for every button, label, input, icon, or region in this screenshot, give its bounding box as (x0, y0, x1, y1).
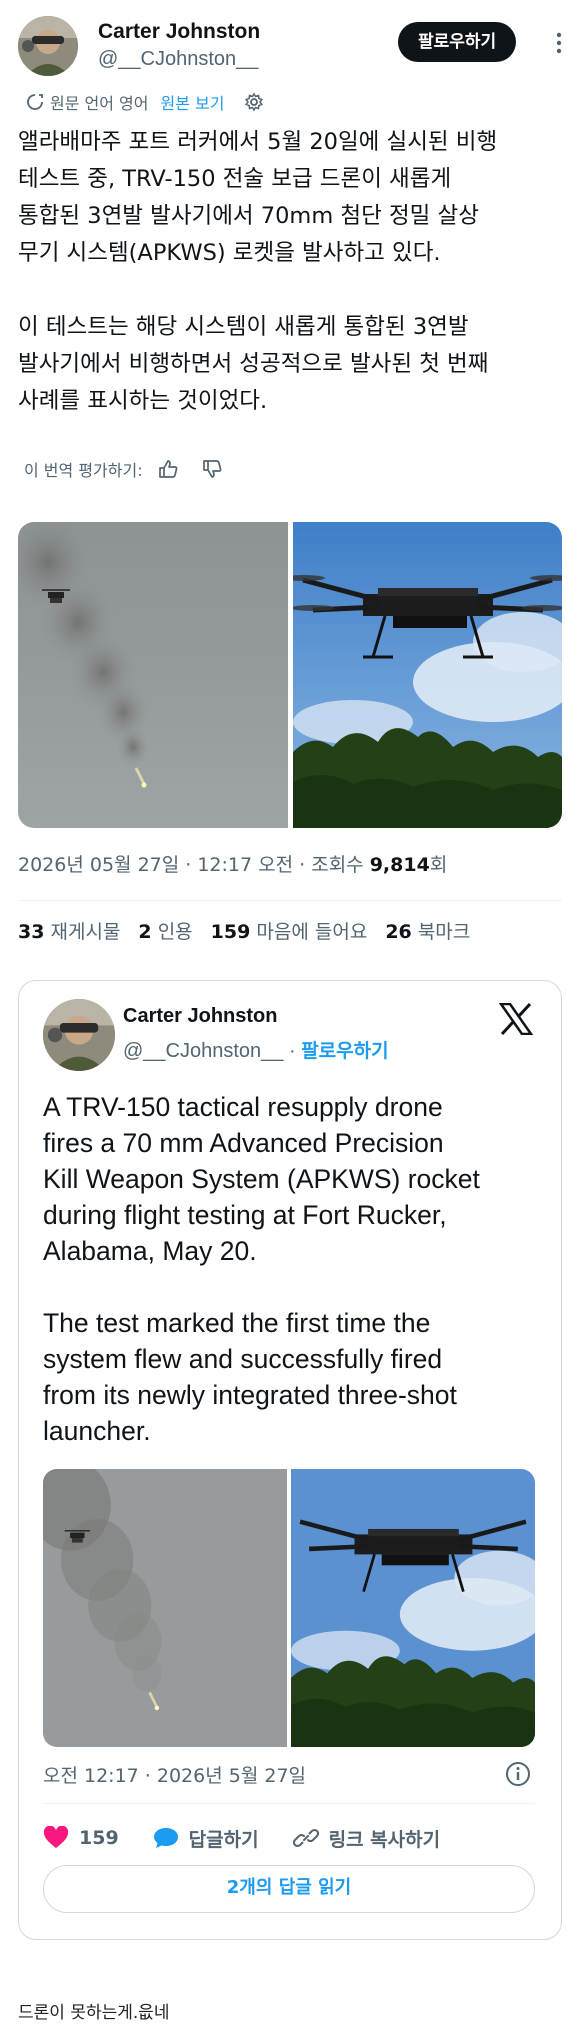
reply-icon (153, 1828, 178, 1848)
rate-translation-label: 이 번역 평가하기: (24, 461, 143, 480)
read-replies-button[interactable]: 2개의 답글 읽기 (43, 1865, 535, 1913)
embedded-timestamp[interactable]: 오전 12:17 · 2026년 5월 27일 (43, 1761, 306, 1788)
author-names: Carter Johnston @__CJohnston__ (98, 20, 260, 71)
follow-button[interactable]: 팔로우하기 (398, 22, 517, 62)
avatar[interactable] (18, 16, 78, 76)
embedded-tweet-card[interactable]: Carter Johnston @__CJohnston__ · 팔로우하기 A… (18, 980, 562, 1940)
copy-link-action[interactable]: 링크 복사하기 (292, 1825, 441, 1852)
media-image-rocket[interactable] (18, 522, 288, 828)
translation-label: 원문 언어 영어 (50, 94, 149, 113)
avatar[interactable] (43, 999, 115, 1071)
thumbs-down-icon[interactable] (201, 458, 223, 480)
more-icon[interactable] (552, 30, 566, 56)
tweet-meta: 2026년 05월 27일 · 12:17 오전 · 조회수 9,814회 (18, 850, 447, 877)
embedded-handle[interactable]: @__CJohnston__ (123, 1040, 283, 1062)
reply-action[interactable]: 답글하기 (153, 1825, 259, 1852)
translate-icon (27, 94, 43, 110)
info-icon[interactable] (505, 1761, 531, 1787)
view-count: 9,814 (369, 854, 430, 876)
tweet-media[interactable] (18, 522, 562, 828)
display-name[interactable]: Carter Johnston (98, 20, 260, 44)
tweet-text: 앨라배마주 포트 러커에서 5월 20일에 실시된 비행 테스트 중, TRV-… (18, 129, 498, 414)
show-original-link[interactable]: 원본 보기 (161, 90, 225, 114)
embedded-tweet-text: A TRV-150 tactical resupply drone fires … (43, 1092, 480, 1446)
separator: · (283, 1040, 302, 1062)
media-image-drone[interactable] (291, 1469, 535, 1747)
embedded-display-name[interactable]: Carter Johnston (123, 1005, 389, 1028)
tweet-header: Carter Johnston @__CJohnston__ 팔로우하기 (18, 16, 566, 78)
quotes-stat[interactable]: 2 인용 (138, 917, 192, 944)
engagement-stats: 33 재게시물 2 인용 159 마음에 들어요 26 북마크 (18, 917, 470, 944)
embedded-actions: 159 답글하기 링크 복사하기 (43, 1823, 543, 1853)
x-logo-icon[interactable] (499, 1003, 533, 1035)
reply-label: 답글하기 (188, 1828, 259, 1851)
thumbs-up-icon[interactable] (157, 458, 179, 480)
bookmarks-stat[interactable]: 26 북마크 (385, 917, 470, 944)
timestamp[interactable]: 2026년 05월 27일 · 12:17 오전 · 조회수 (18, 854, 370, 876)
embedded-media[interactable] (43, 1469, 535, 1747)
like-action[interactable]: 159 (43, 1826, 119, 1850)
divider (18, 900, 562, 901)
media-image-rocket[interactable] (43, 1469, 287, 1747)
like-count: 159 (79, 1827, 119, 1849)
view-suffix: 회 (429, 854, 448, 876)
gear-icon[interactable] (244, 92, 264, 112)
user-handle[interactable]: @__CJohnston__ (98, 48, 260, 71)
likes-stat[interactable]: 159 마음에 들어요 (211, 917, 368, 944)
link-icon (292, 1828, 319, 1848)
rate-translation-row: 이 번역 평가하기: (24, 455, 223, 483)
embedded-author: Carter Johnston @__CJohnston__ · 팔로우하기 (123, 1005, 389, 1063)
heart-icon (43, 1826, 69, 1848)
divider (43, 1803, 535, 1804)
embedded-handle-row: @__CJohnston__ · 팔로우하기 (123, 1036, 389, 1063)
translation-row: 원문 언어 영어 원본 보기 (26, 90, 264, 114)
embedded-follow-link[interactable]: 팔로우하기 (301, 1040, 388, 1062)
retweets-stat[interactable]: 33 재게시물 (18, 917, 120, 944)
comment-text: 드론이 못하는게.읎네 (18, 2003, 170, 2023)
media-image-drone[interactable] (293, 522, 562, 828)
copy-link-label: 링크 복사하기 (328, 1828, 441, 1851)
